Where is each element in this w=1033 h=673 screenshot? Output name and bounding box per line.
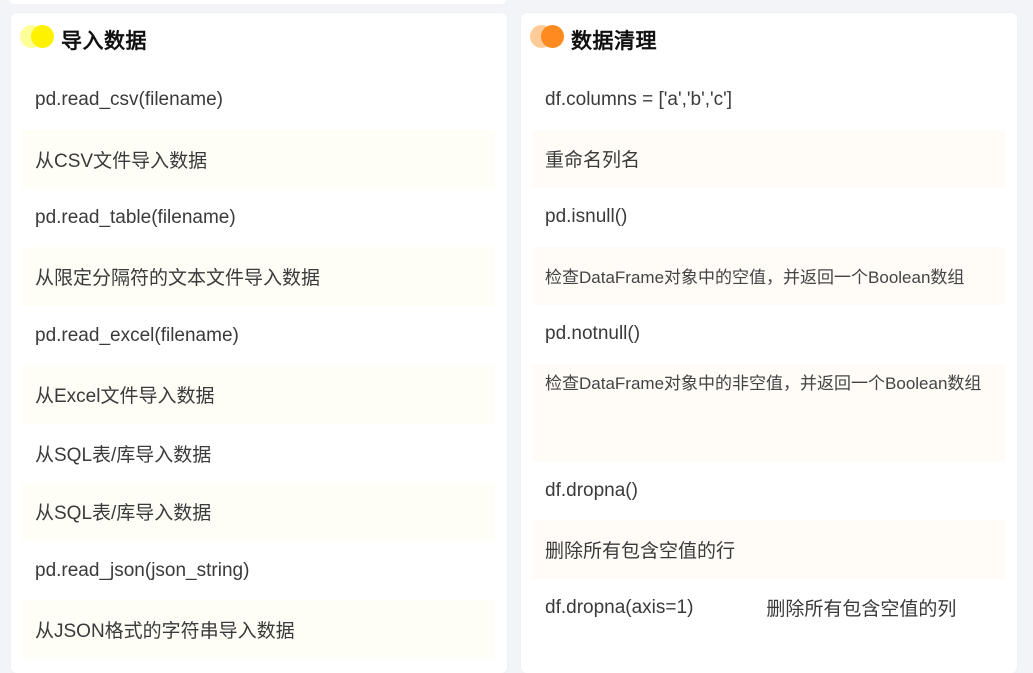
list-item: 从限定分隔符的文本文件导入数据 <box>22 247 495 307</box>
previous-card-edge <box>10 0 506 4</box>
list-item: 从SQL表/库导入数据 <box>22 482 495 542</box>
list-item: 从JSON格式的字符串导入数据 <box>22 600 495 659</box>
list-item: pd.read_table(filename) <box>35 206 236 228</box>
data-cleaning-card: 数据清理 df.columns = ['a','b','c'] 重命名列名 pd… <box>521 13 1017 673</box>
list-item: 从Excel文件导入数据 <box>22 364 495 424</box>
list-item: pd.read_excel(filename) <box>35 324 239 346</box>
list-item: df.dropna() <box>545 479 638 501</box>
list-item-text: 检查DataFrame对象中的非空值，并返回一个Boolean数组 <box>545 373 982 393</box>
dots-icon <box>20 25 56 49</box>
dot-yellow <box>31 25 54 48</box>
list-item: pd.read_csv(filename) <box>35 89 223 111</box>
list-item: 从SQL表/库导入数据 <box>35 444 212 466</box>
dots-icon <box>530 25 566 49</box>
card-header: 导入数据 <box>11 13 507 63</box>
dot-orange <box>541 25 564 48</box>
list-item: 检查DataFrame对象中的非空值，并返回一个Boolean数组 <box>532 363 1005 462</box>
list-item-code: df.dropna(axis=1) <box>545 596 694 618</box>
list-item: df.dropna(axis=1) 删除所有包含空值的列 <box>532 579 1005 638</box>
function-list: pd.read_csv(filename) 从CSV文件导入数据 pd.read… <box>22 71 495 659</box>
list-item: pd.read_json(json_string) <box>35 559 250 581</box>
list-item-desc: 删除所有包含空值的列 <box>766 599 957 621</box>
card-header: 数据清理 <box>521 13 1017 63</box>
list-item: 删除所有包含空值的行 <box>532 520 1005 579</box>
function-list: df.columns = ['a','b','c'] 重命名列名 pd.isnu… <box>532 71 1005 637</box>
list-item: 从CSV文件导入数据 <box>22 129 495 189</box>
list-item: pd.notnull() <box>545 323 641 345</box>
list-item: df.columns = ['a','b','c'] <box>545 89 733 111</box>
import-data-card: 导入数据 pd.read_csv(filename) 从CSV文件导入数据 pd… <box>11 13 507 673</box>
list-item: pd.isnull() <box>545 206 628 228</box>
card-title: 数据清理 <box>571 29 657 53</box>
list-item: 重命名列名 <box>532 129 1005 188</box>
card-title: 导入数据 <box>61 29 147 53</box>
list-item: 检查DataFrame对象中的空值，并返回一个Boolean数组 <box>532 246 1005 305</box>
